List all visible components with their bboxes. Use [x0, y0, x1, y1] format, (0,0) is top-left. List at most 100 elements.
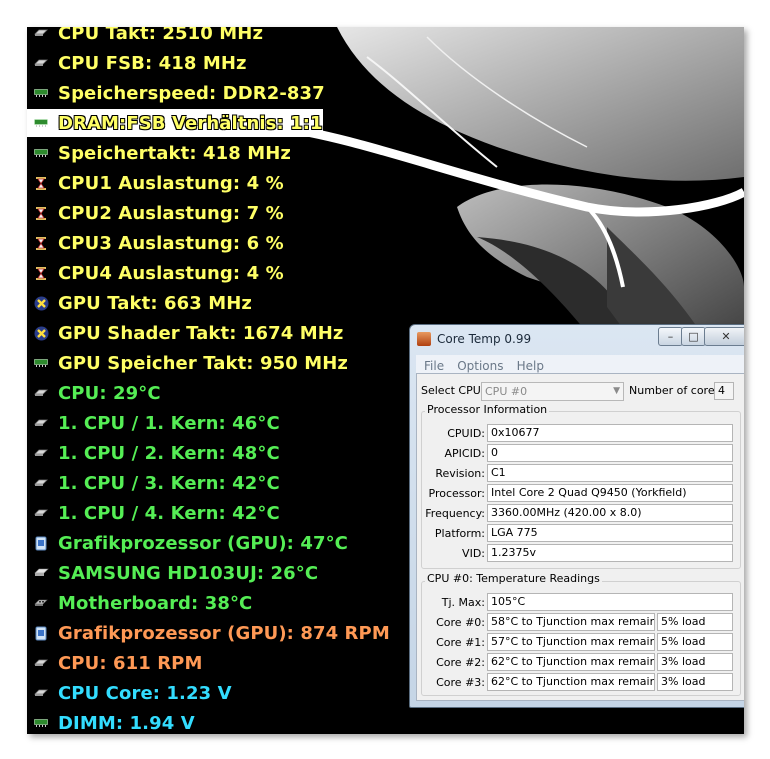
sensor-row: Grafikprozessor (GPU): 47°C: [33, 529, 348, 557]
sensor-row: CPU Core: 1.23 V: [33, 679, 232, 707]
close-icon: ✕: [721, 330, 731, 343]
cpu-icon: [33, 445, 49, 461]
sensor-text: Grafikprozessor (GPU): 47°C: [58, 532, 348, 554]
cpu-icon: [33, 475, 49, 491]
minimize-button[interactable]: –: [658, 327, 683, 346]
proc-info-value: 1.2375v: [487, 544, 733, 562]
proc-info-label: Frequency:: [425, 507, 485, 520]
sensor-row: 1. CPU / 1. Kern: 46°C: [33, 409, 280, 437]
menu-file[interactable]: File: [424, 359, 444, 373]
memory-icon: [33, 115, 49, 131]
close-button[interactable]: ✕: [704, 327, 744, 346]
coretemp-app-icon: [417, 332, 431, 346]
core-load-value: 3% load: [657, 673, 733, 691]
sensor-row: CPU Takt: 2510 MHz: [33, 27, 263, 47]
sensor-text: DIMM: 1.94 V: [58, 712, 195, 734]
sensor-text: CPU: 611 RPM: [58, 652, 203, 674]
gpu-x-icon: [33, 295, 49, 311]
gpu-x-icon: [33, 325, 49, 341]
sensor-row: Grafikprozessor (GPU): 874 RPM: [33, 619, 390, 647]
maximize-button[interactable]: □: [681, 327, 706, 346]
cpu-icon: [33, 55, 49, 71]
core-load-value: 3% load: [657, 653, 733, 671]
sensor-text: Speichertakt: 418 MHz: [58, 142, 291, 164]
sensor-text: DRAM:FSB Verhältnis: 1:1: [58, 112, 323, 134]
sensor-row: SAMSUNG HD103UJ: 26°C: [33, 559, 318, 587]
sensor-text: Speicherspeed: DDR2-837: [58, 82, 325, 104]
cpu-icon: [33, 655, 49, 671]
sensor-text: Grafikprozessor (GPU): 874 RPM: [58, 622, 390, 644]
processor-information-title: Processor Information: [425, 403, 550, 416]
sensor-text: CPU2 Auslastung: 7 %: [58, 202, 284, 224]
core-temp-value: 62°C to Tjunction max remaining: [487, 653, 655, 671]
number-of-cores-value: 4: [714, 382, 734, 400]
core-load-value: 5% load: [657, 633, 733, 651]
gpu-card-icon: [33, 625, 49, 641]
memory-icon: [33, 355, 49, 371]
core-temp-value: 58°C to Tjunction max remaining: [487, 613, 655, 631]
proc-info-label: Platform:: [434, 527, 485, 540]
core-label: Core #2:: [436, 656, 485, 669]
minimize-icon: –: [667, 330, 674, 343]
select-cpu-value: CPU #0: [485, 385, 528, 398]
sensor-text: CPU: 29°C: [58, 382, 161, 404]
cpu-icon: [33, 415, 49, 431]
sensor-row: CPU: 29°C: [33, 379, 161, 407]
tjmax-value: 105°C: [487, 593, 733, 611]
sensor-row: CPU3 Auslastung: 6 %: [33, 229, 284, 257]
core-label: Core #0:: [436, 616, 485, 629]
memory-icon: [33, 145, 49, 161]
sensor-row: Motherboard: 38°C: [33, 589, 252, 617]
cpu-icon: [33, 505, 49, 521]
proc-info-value: LGA 775: [487, 524, 733, 542]
core-temp-value: 57°C to Tjunction max remaining: [487, 633, 655, 651]
sensor-text: CPU Core: 1.23 V: [58, 682, 232, 704]
desktop-wallpaper: CPU Takt: 2510 MHz CPU FSB: 418 MHz Speich…: [27, 27, 744, 734]
hourglass-icon: [33, 235, 49, 251]
proc-info-value: 0: [487, 444, 733, 462]
proc-info-label: Processor:: [428, 487, 486, 500]
coretemp-window[interactable]: Core Temp 0.99 – □ ✕ File Options Help S…: [409, 324, 744, 708]
sensor-row: GPU Takt: 663 MHz: [33, 289, 252, 317]
tjmax-label: Tj. Max:: [441, 596, 485, 609]
sensor-row: CPU FSB: 418 MHz: [33, 49, 247, 77]
proc-info-value: 0x10677: [487, 424, 733, 442]
sensor-text: Motherboard: 38°C: [58, 592, 253, 614]
core-label: Core #3:: [436, 676, 485, 689]
menu-help[interactable]: Help: [517, 359, 544, 373]
cpu-icon: [33, 685, 49, 701]
core-temp-value: 62°C to Tjunction max remaining: [487, 673, 655, 691]
title-bar[interactable]: Core Temp 0.99 – □ ✕: [410, 325, 744, 353]
sensor-row: Speicherspeed: DDR2-837: [33, 79, 325, 107]
hourglass-icon: [33, 265, 49, 281]
proc-info-label: VID:: [462, 547, 485, 560]
proc-info-label: CPUID:: [447, 427, 485, 440]
sensor-row: CPU: 611 RPM: [33, 649, 203, 677]
sensor-row: 1. CPU / 4. Kern: 42°C: [33, 499, 280, 527]
sensor-text: GPU Takt: 663 MHz: [58, 292, 252, 314]
select-cpu-dropdown[interactable]: CPU #0 ▼: [481, 382, 624, 401]
sensor-text: CPU Takt: 2510 MHz: [58, 27, 264, 44]
cpu-icon: [33, 27, 49, 41]
select-cpu-label: Select CPU:: [421, 384, 485, 397]
sensor-text: 1. CPU / 1. Kern: 46°C: [58, 412, 280, 434]
chevron-down-icon: ▼: [613, 386, 620, 396]
cpu-icon: [33, 385, 49, 401]
core-load-value: 5% load: [657, 613, 733, 631]
sensor-row: CPU1 Auslastung: 4 %: [33, 169, 284, 197]
sensor-text: SAMSUNG HD103UJ: 26°C: [58, 562, 319, 584]
motherboard-icon: [33, 595, 49, 611]
sensor-row: 1. CPU / 2. Kern: 48°C: [33, 439, 280, 467]
temperature-readings-title: CPU #0: Temperature Readings: [425, 572, 602, 585]
window-client-area: Select CPU: CPU #0 ▼ Number of cores 4 P…: [416, 373, 744, 701]
memory-icon: [33, 715, 49, 731]
number-of-cores-label: Number of cores: [629, 384, 721, 397]
proc-info-value: 3360.00MHz (420.00 x 8.0): [487, 504, 733, 522]
menu-options[interactable]: Options: [457, 359, 503, 373]
menu-bar: File Options Help: [416, 355, 744, 374]
sensor-row: DRAM:FSB Verhältnis: 1:1: [27, 109, 323, 137]
sensor-text: GPU Shader Takt: 1674 MHz: [58, 322, 344, 344]
sensor-row: GPU Speicher Takt: 950 MHz: [33, 349, 348, 377]
hourglass-icon: [33, 175, 49, 191]
sensor-row: CPU4 Auslastung: 4 %: [33, 259, 284, 287]
